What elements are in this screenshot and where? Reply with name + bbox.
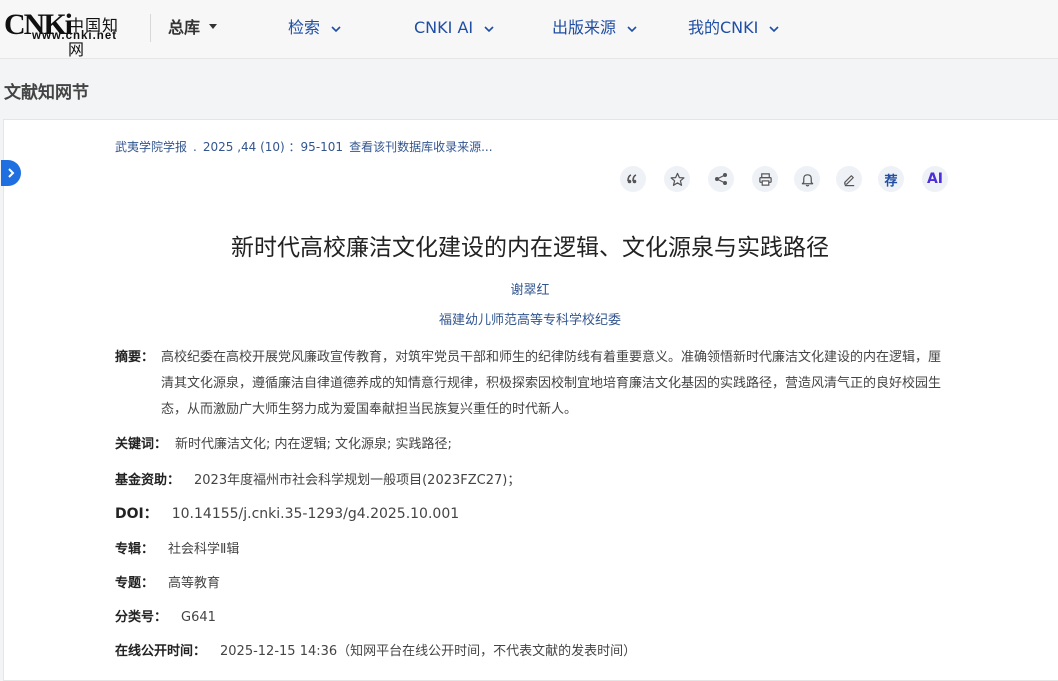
source-separator: . (193, 140, 197, 154)
nav-my-cnki-label: 我的CNKI (688, 18, 759, 37)
classification-label: 分类号： (115, 610, 168, 625)
bell-icon (801, 173, 813, 186)
sidebar-toggle-button[interactable] (1, 160, 21, 186)
print-icon (758, 172, 772, 186)
caret-down-icon (209, 24, 218, 29)
recommend-button[interactable]: 荐 (878, 166, 904, 192)
ai-assistant-button[interactable]: AI (922, 166, 948, 192)
online-time-label: 在线公开时间： (115, 644, 207, 659)
nav-zongku-label: 总库 (168, 18, 201, 37)
nav-cnki-ai[interactable]: CNKI AI (414, 17, 495, 39)
star-icon (670, 172, 684, 186)
article-organization-link[interactable]: 福建幼儿师范高等专科学校纪委 (4, 309, 1056, 328)
fund-row: 基金资助： 2023年度福州市社会科学规划一般项目(2023FZC27)； (115, 469, 520, 488)
keywords-label: 关键词： (115, 437, 168, 452)
subject-label: 专题： (115, 576, 155, 591)
classification-row: 分类号： G641 (115, 606, 216, 625)
recommend-icon: 荐 (884, 173, 898, 189)
favorite-button[interactable] (664, 166, 690, 192)
note-button[interactable] (836, 166, 862, 192)
nav-publication-source-label: 出版来源 (552, 18, 617, 37)
share-icon (715, 173, 727, 185)
nav-divider (150, 14, 151, 42)
nav-publication-source[interactable]: 出版来源 (552, 17, 638, 39)
subject-row: 专题： 高等教育 (115, 572, 220, 591)
subject-value: 高等教育 (168, 576, 221, 591)
ai-icon: AI (926, 171, 944, 187)
series-value: 社会科学Ⅱ辑 (168, 542, 240, 557)
keywords-links[interactable]: 新时代廉洁文化; 内在逻辑; 文化源泉; 实践路径; (175, 437, 452, 452)
doi-value: 10.14155/j.cnki.35-1293/g4.2025.10.001 (171, 506, 460, 522)
chevron-down-icon (484, 25, 494, 32)
keywords-row: 关键词： 新时代廉洁文化; 内在逻辑; 文化源泉; 实践路径; (115, 433, 452, 452)
chevron-down-icon (627, 25, 637, 32)
fund-value[interactable]: 2023年度福州市社会科学规划一般项目(2023FZC27)； (194, 473, 520, 488)
edit-icon (843, 174, 854, 186)
nav-search[interactable]: 检索 (288, 17, 342, 39)
logo-url: www.cnki.net (32, 30, 118, 42)
series-row: 专辑： 社会科学Ⅱ辑 (115, 538, 239, 557)
article-title: 新时代高校廉洁文化建设的内在逻辑、文化源泉与实践路径 (231, 235, 829, 261)
nav-zongku[interactable]: 总库 (168, 17, 218, 39)
nav-search-label: 检索 (288, 18, 321, 37)
print-button[interactable] (752, 166, 778, 192)
chevron-right-icon (8, 168, 15, 178)
nav-cnki-ai-label: CNKI AI (414, 18, 474, 37)
journal-name-link[interactable]: 武夷学院学报 (115, 140, 187, 154)
doi-row: DOI： 10.14155/j.cnki.35-1293/g4.2025.10.0… (115, 503, 459, 523)
subscribe-button[interactable] (794, 166, 820, 192)
section-title: 文献知网节 (4, 83, 89, 103)
online-time-value: 2025-12-15 14:36（知网平台在线公开时间，不代表文献的发表时间） (220, 644, 637, 659)
doi-label: DOI： (115, 506, 158, 522)
cnki-logo[interactable]: CNKi 中国知网 www.cnki.net (4, 8, 132, 60)
article-card: 武夷学院学报. 2025 ,44 (10) ：95-101 查看该刊数据库收录来源.… (1, 119, 1058, 681)
classification-value: G641 (181, 610, 216, 625)
abstract-section: 摘要： 高校纪委在高校开展党风廉政宣传教育，对筑牢党员干部和师生的纪律防线有着重… (115, 345, 945, 423)
chevron-down-icon (769, 25, 779, 32)
top-navigation: CNKi 中国知网 www.cnki.net 总库 检索 CNKI AI 出版来… (0, 0, 1058, 59)
abstract-label: 摘要： (115, 350, 155, 365)
series-label: 专辑： (115, 542, 155, 557)
fund-label: 基金资助： (115, 473, 181, 488)
article-author-link[interactable]: 谢翠红 (4, 279, 1056, 298)
journal-source: 武夷学院学报. 2025 ,44 (10) ：95-101 查看该刊数据库收录来源.… (115, 138, 499, 155)
quote-button[interactable] (620, 166, 646, 192)
nav-my-cnki[interactable]: 我的CNKI (688, 17, 780, 39)
chevron-down-icon (331, 25, 341, 32)
online-time-row: 在线公开时间： 2025-12-15 14:36（知网平台在线公开时间，不代表文献… (115, 640, 636, 659)
journal-issue: 2025 ,44 (10) ：95-101 (202, 140, 344, 154)
database-source-link[interactable]: 查看该刊数据库收录来源... (349, 140, 492, 154)
share-button[interactable] (708, 166, 734, 192)
quote-icon (627, 174, 637, 184)
abstract-text: 高校纪委在高校开展党风廉政宣传教育，对筑牢党员干部和师生的纪律防线有着重要意义。… (161, 350, 942, 417)
